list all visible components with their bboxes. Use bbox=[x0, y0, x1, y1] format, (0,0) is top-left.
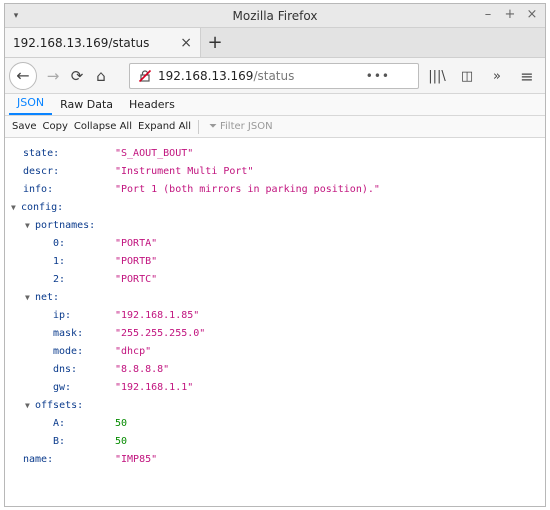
json-value: 50 bbox=[115, 436, 128, 447]
json-row-dns[interactable]: dns: "8.8.8.8" bbox=[53, 362, 169, 378]
toolbar-divider bbox=[197, 119, 199, 134]
json-value: "Instrument Multi Port" bbox=[115, 166, 254, 177]
save-button[interactable]: Save bbox=[9, 121, 40, 132]
json-key: info: bbox=[23, 184, 54, 195]
expand-toggle-icon[interactable]: ▼ bbox=[11, 200, 21, 216]
forward-button[interactable]: → bbox=[41, 64, 65, 88]
back-button[interactable]: ← bbox=[9, 61, 37, 90]
json-row-offset-a[interactable]: A: 50 bbox=[53, 416, 127, 432]
json-key: 1: bbox=[53, 256, 66, 267]
expand-toggle-icon[interactable]: ▼ bbox=[25, 290, 35, 306]
json-row-gw[interactable]: gw: "192.168.1.1" bbox=[53, 380, 193, 396]
json-key: gw: bbox=[53, 382, 72, 393]
json-value: "S_AOUT_BOUT" bbox=[115, 148, 194, 159]
filter-placeholder: Filter JSON bbox=[219, 121, 273, 132]
json-key: state: bbox=[23, 148, 60, 159]
maximize-button[interactable]: + bbox=[503, 7, 517, 22]
window-title: Mozilla Firefox bbox=[232, 8, 318, 23]
window-controls: – + × bbox=[481, 7, 539, 22]
url-text: 192.168.13.169/status bbox=[158, 69, 294, 83]
json-value: "IMP85" bbox=[115, 454, 158, 465]
json-toolbar: Save Copy Collapse All Expand All ⏷ Filt… bbox=[5, 116, 545, 138]
json-key: dns: bbox=[53, 364, 78, 375]
json-key: name: bbox=[23, 454, 54, 465]
tab-close-button[interactable]: × bbox=[180, 35, 192, 51]
tab-headers[interactable]: Headers bbox=[121, 98, 183, 115]
json-value: "8.8.8.8" bbox=[115, 364, 170, 375]
tab-raw-data[interactable]: Raw Data bbox=[52, 98, 121, 115]
collapse-all-button[interactable]: Collapse All bbox=[71, 121, 135, 132]
title-bar: ▾ Mozilla Firefox – + × bbox=[5, 4, 545, 28]
json-row-portname-0[interactable]: 0: "PORTA" bbox=[53, 236, 157, 252]
insecure-connection-icon[interactable] bbox=[134, 69, 156, 83]
json-row-portname-2[interactable]: 2: "PORTC" bbox=[53, 272, 157, 288]
json-value: "Port 1 (both mirrors in parking positio… bbox=[115, 184, 380, 195]
tab-json[interactable]: JSON bbox=[9, 96, 53, 115]
json-value: "dhcp" bbox=[115, 346, 152, 357]
json-row-name[interactable]: name: "IMP85" bbox=[23, 452, 157, 468]
reload-button[interactable]: ⟳ bbox=[65, 64, 89, 88]
window-menu-button[interactable]: ▾ bbox=[5, 11, 27, 21]
hamburger-menu-icon[interactable]: ≡ bbox=[515, 64, 539, 88]
json-row-ip[interactable]: ip: "192.168.1.85" bbox=[53, 308, 199, 324]
browser-window: ▾ Mozilla Firefox – + × 192.168.13.169/s… bbox=[4, 3, 546, 507]
json-key: A: bbox=[53, 418, 66, 429]
json-key: B: bbox=[53, 436, 66, 447]
url-path: /status bbox=[253, 69, 295, 83]
url-bar[interactable]: 192.168.13.169/status ••• bbox=[129, 63, 419, 89]
toolbar-tools: |||\ ◫ » ≡ bbox=[425, 64, 539, 88]
json-value: "192.168.1.85" bbox=[115, 310, 200, 321]
json-row-net[interactable]: ▼ net: bbox=[25, 290, 59, 306]
page-actions-button[interactable]: ••• bbox=[366, 69, 390, 83]
json-key: descr: bbox=[23, 166, 60, 177]
json-key: 2: bbox=[53, 274, 66, 285]
expand-toggle-icon[interactable]: ▼ bbox=[25, 218, 35, 234]
json-row-mode[interactable]: mode: "dhcp" bbox=[53, 344, 151, 360]
sidebar-icon[interactable]: ◫ bbox=[455, 64, 479, 88]
json-key: 0: bbox=[53, 238, 66, 249]
json-value: 50 bbox=[115, 418, 128, 429]
json-value: "PORTB" bbox=[115, 256, 158, 267]
json-row-portnames[interactable]: ▼ portnames: bbox=[25, 218, 95, 234]
json-row-descr[interactable]: descr: "Instrument Multi Port" bbox=[23, 164, 253, 180]
json-row-info[interactable]: info: "Port 1 (both mirrors in parking p… bbox=[23, 182, 380, 198]
json-row-config[interactable]: ▼ config: bbox=[11, 200, 63, 216]
filter-json-input[interactable]: ⏷ Filter JSON bbox=[209, 121, 273, 132]
json-value: "255.255.255.0" bbox=[115, 328, 206, 339]
copy-button[interactable]: Copy bbox=[40, 121, 71, 132]
json-key: mask: bbox=[53, 328, 84, 339]
home-button[interactable]: ⌂ bbox=[89, 64, 113, 88]
filter-icon: ⏷ bbox=[208, 121, 217, 132]
json-key: ip: bbox=[53, 310, 72, 321]
close-window-button[interactable]: × bbox=[525, 7, 539, 22]
url-host: 192.168.13.169 bbox=[158, 69, 254, 83]
json-value: "PORTC" bbox=[115, 274, 158, 285]
json-key: mode: bbox=[53, 346, 84, 357]
json-row-portname-1[interactable]: 1: "PORTB" bbox=[53, 254, 157, 270]
json-viewer-tabs: JSON Raw Data Headers bbox=[5, 94, 545, 116]
expand-toggle-icon[interactable]: ▼ bbox=[25, 398, 35, 414]
new-tab-button[interactable]: + bbox=[201, 28, 229, 57]
browser-tab[interactable]: 192.168.13.169/status × bbox=[5, 28, 201, 57]
library-icon[interactable]: |||\ bbox=[425, 64, 449, 88]
json-value: "192.168.1.1" bbox=[115, 382, 194, 393]
json-row-offset-b[interactable]: B: 50 bbox=[53, 434, 127, 450]
json-row-mask[interactable]: mask: "255.255.255.0" bbox=[53, 326, 205, 342]
json-row-offsets[interactable]: ▼ offsets: bbox=[25, 398, 83, 414]
json-value: "PORTA" bbox=[115, 238, 158, 249]
minimize-button[interactable]: – bbox=[481, 7, 495, 22]
tab-strip: 192.168.13.169/status × + bbox=[5, 28, 545, 58]
json-key: config: bbox=[21, 202, 64, 213]
tab-title: 192.168.13.169/status bbox=[13, 35, 150, 50]
json-key: net: bbox=[35, 292, 60, 303]
overflow-icon[interactable]: » bbox=[485, 64, 509, 88]
json-key: portnames: bbox=[35, 220, 96, 231]
json-key: offsets: bbox=[35, 400, 84, 411]
navigation-toolbar: ← → ⟳ ⌂ 192.168.13.169/status ••• |||\ ◫… bbox=[5, 58, 545, 94]
expand-all-button[interactable]: Expand All bbox=[135, 121, 194, 132]
json-row-state[interactable]: state: "S_AOUT_BOUT" bbox=[23, 146, 193, 162]
